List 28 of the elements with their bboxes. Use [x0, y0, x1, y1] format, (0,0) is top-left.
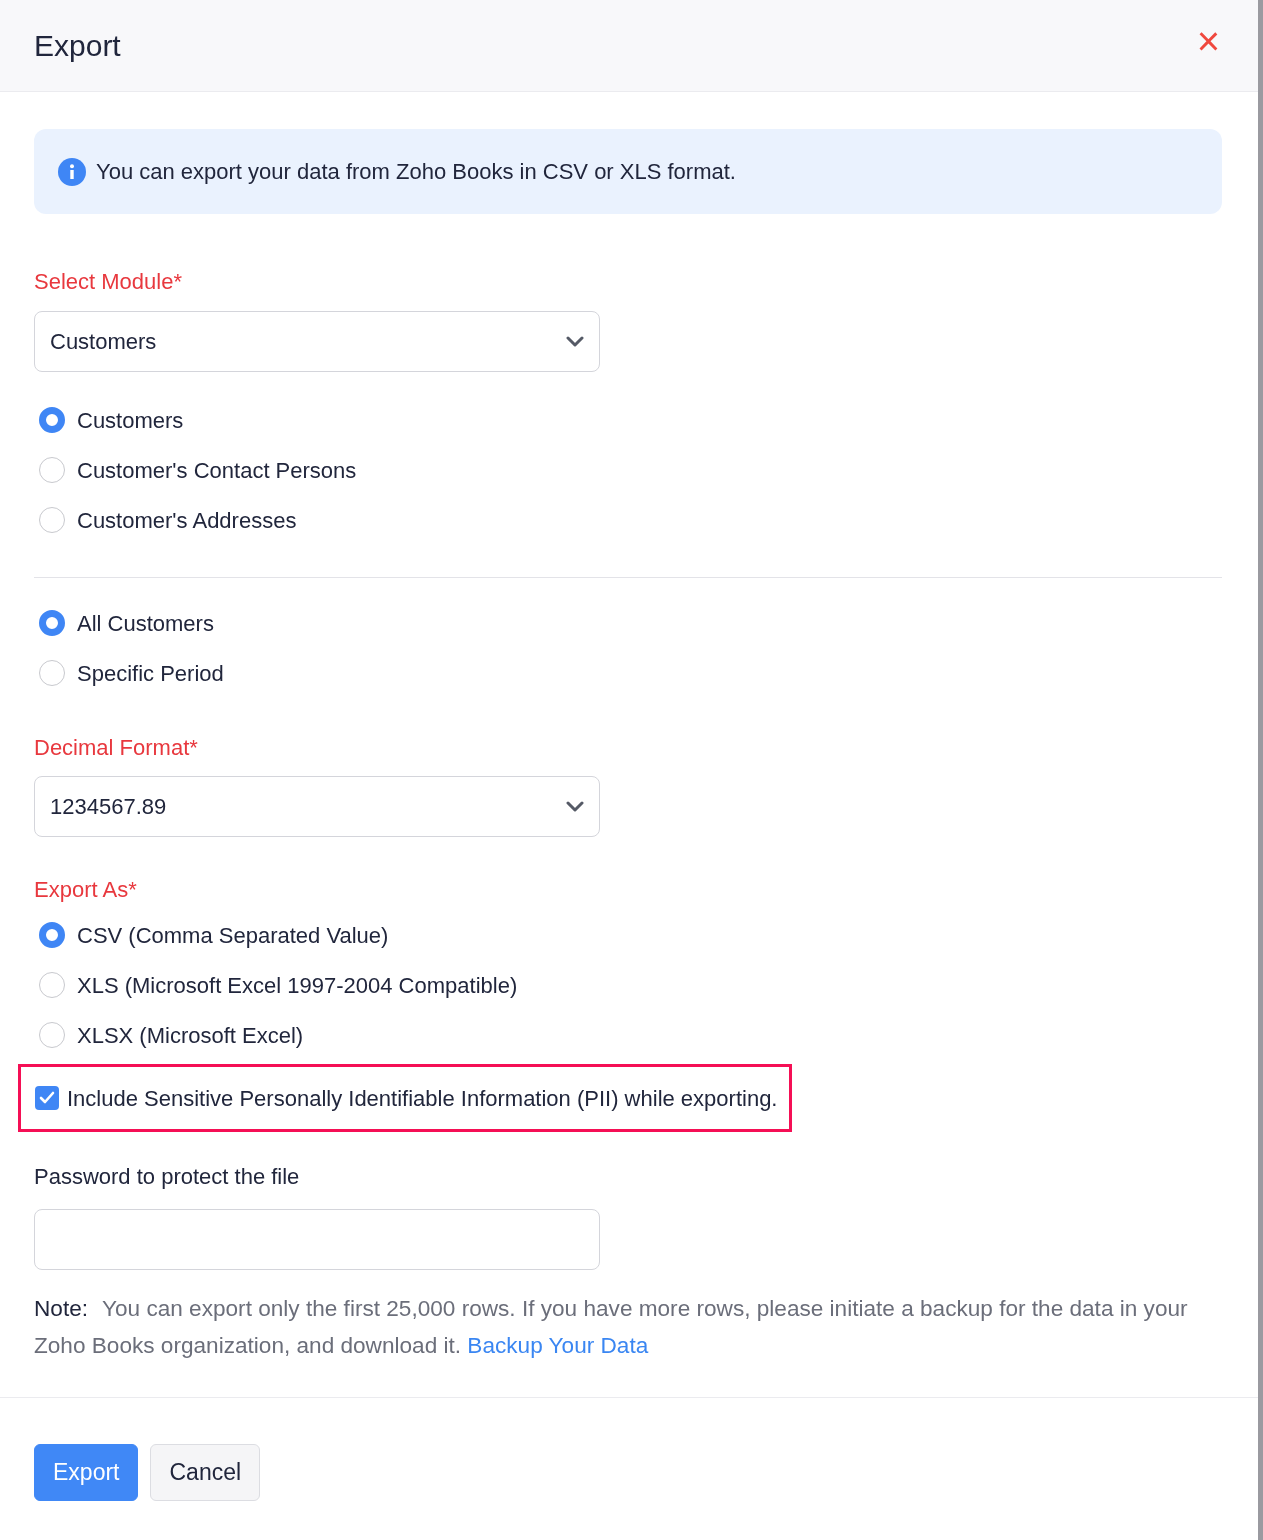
field-label: Select Module*: [34, 268, 183, 296]
field-label: Decimal Format*: [34, 734, 199, 762]
select-value: 1234567.89: [50, 793, 167, 821]
field-label: Export As*: [34, 876, 138, 904]
note-text: Note: You can export only the first 25,000 rows. If you have more rows, please initiate a backup for the data in your Zoho Books organization, and download it. Backup Your Data: [34, 1295, 1189, 1360]
radio-option[interactable]: Specific Period: [34, 648, 1224, 698]
chevron-down-icon: [566, 800, 584, 813]
info-icon: [58, 157, 86, 186]
checkmark-icon: [39, 1091, 55, 1105]
dialog-title: Export: [34, 28, 121, 64]
radio-option[interactable]: All Customers: [34, 598, 1224, 648]
password-field[interactable]: [34, 1209, 600, 1270]
checkbox-option[interactable]: Include Sensitive Personally Identifiable Information (PII) while exporting.: [35, 1081, 778, 1115]
info-text: You can export your data from Zoho Books in CSV or XLS format.: [96, 158, 736, 186]
radio-option[interactable]: XLSX (Microsoft Excel): [34, 1010, 1224, 1060]
cancel-button[interactable]: Cancel: [150, 1444, 261, 1501]
backup-link[interactable]: Backup Your Data: [467, 1333, 649, 1358]
select-field[interactable]: Customers: [34, 311, 600, 372]
radio-option[interactable]: Customer's Addresses: [34, 495, 1224, 545]
radio-option[interactable]: Customer's Contact Persons: [34, 445, 1224, 495]
select-value: Customers: [50, 328, 157, 356]
radio-option[interactable]: CSV (Comma Separated Value): [34, 910, 1224, 960]
radio-option[interactable]: XLS (Microsoft Excel 1997-2004 Compatible): [34, 960, 1224, 1010]
select-field[interactable]: 1234567.89: [34, 776, 600, 837]
radio-option[interactable]: Customers: [34, 395, 1224, 445]
chevron-down-icon: [566, 335, 584, 348]
field-label: Password to protect the file: [34, 1163, 301, 1191]
checkbox[interactable]: [35, 1086, 59, 1110]
